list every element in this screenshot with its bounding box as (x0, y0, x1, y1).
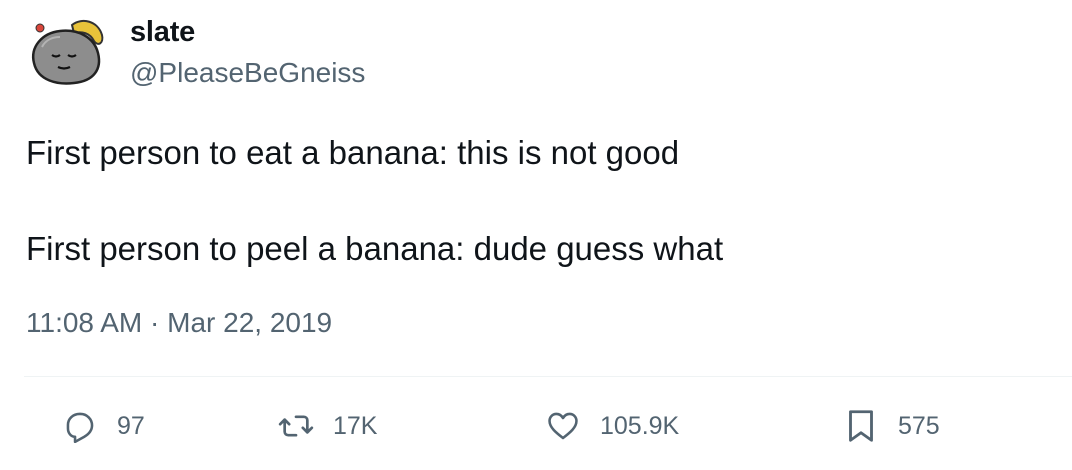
bookmark-count: 575 (898, 412, 940, 440)
avatar[interactable] (24, 13, 106, 95)
author-block: slate @PleaseBeGneiss (130, 14, 365, 91)
tweet-line: First person to eat a banana: this is no… (26, 134, 680, 171)
like-count: 105.9K (600, 412, 680, 440)
tweet-timestamp[interactable]: 11:08 AM · Mar 22, 2019 (26, 305, 332, 341)
tweet-time: 11:08 AM (26, 307, 143, 338)
rock-avatar-icon (31, 19, 104, 85)
reply-icon (60, 406, 100, 446)
heart-icon (543, 406, 583, 446)
like-button[interactable]: 105.9K (543, 404, 679, 448)
divider (24, 376, 1072, 377)
tweet-text: First person to eat a banana: this is no… (26, 133, 1046, 269)
user-handle[interactable]: @PleaseBeGneiss (130, 55, 365, 91)
retweet-count: 17K (333, 412, 378, 440)
reply-button[interactable]: 97 (60, 404, 145, 448)
tweet-line: First person to peel a banana: dude gues… (26, 230, 724, 267)
tweet-card: slate @PleaseBeGneiss First person to ea… (0, 0, 1072, 470)
reply-count: 97 (117, 412, 145, 440)
retweet-button[interactable]: 17K (276, 404, 377, 448)
bookmark-icon (841, 406, 881, 446)
timestamp-separator: · (150, 307, 160, 338)
retweet-icon (276, 406, 316, 446)
display-name[interactable]: slate (130, 14, 365, 50)
tweet-date: Mar 22, 2019 (167, 307, 333, 338)
bookmark-button[interactable]: 575 (841, 404, 940, 448)
